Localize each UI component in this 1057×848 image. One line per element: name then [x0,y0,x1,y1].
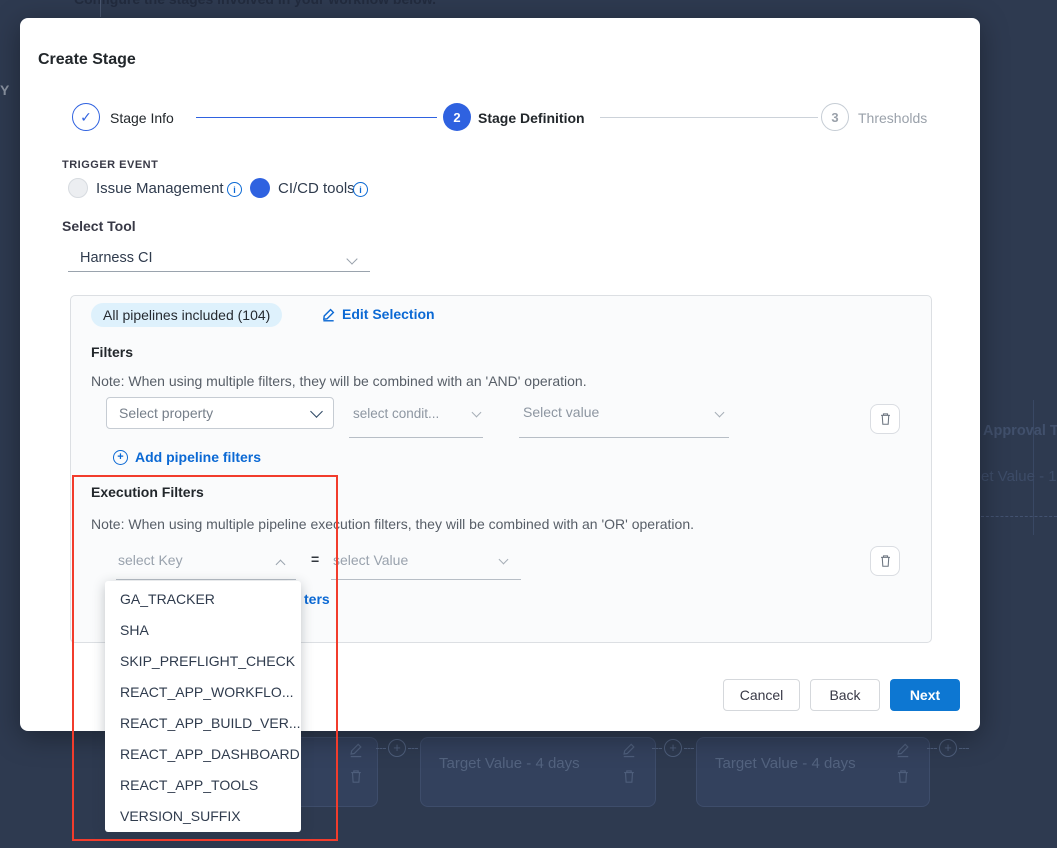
backdrop-card-label: Target Value - 4 days [715,755,856,772]
stepper-step2-circle[interactable]: 2 [443,103,471,131]
pencil-icon [896,742,910,758]
stepper-step1-circle[interactable] [72,103,100,131]
add-pipeline-filters-label: Add pipeline filters [135,449,261,465]
chevron-down-icon[interactable] [346,253,357,264]
backdrop-card: Target Value - 4 days [420,737,656,807]
equals-sign: = [311,551,319,567]
dropdown-option[interactable]: SHA [105,615,301,646]
next-button[interactable]: Next [890,679,960,711]
backdrop-card: Target Value - 4 days [696,737,930,807]
chevron-down-icon[interactable] [499,555,509,565]
delete-filter-button[interactable] [870,404,900,434]
select-exec-value-dropdown[interactable]: select Value [333,552,408,568]
cancel-button[interactable]: Cancel [723,679,800,711]
execution-filters-title: Execution Filters [91,484,204,500]
add-execution-filters-link-fragment[interactable]: ters [304,591,330,607]
backdrop-add-stage-connector [927,739,973,757]
stepper-connector-1 [196,117,437,118]
select-property-dropdown[interactable]: Select property [106,397,334,429]
trash-icon [349,769,363,784]
dropdown-option[interactable]: REACT_APP_BUILD_VER... [105,708,301,739]
radio-issue-management-label[interactable]: Issue Management [96,180,224,197]
plus-circle-icon [388,739,406,757]
key-dropdown-menu: GA_TRACKER SHA SKIP_PREFLIGHT_CHECK REAC… [105,581,301,832]
add-pipeline-filters-link[interactable]: Add pipeline filters [113,449,261,465]
plus-circle-icon [939,739,957,757]
key-underline [116,579,296,580]
backdrop-card-label: Target Value - 4 days [439,755,580,772]
page-title: Create Stage [38,51,136,69]
edit-pencil-icon [321,307,336,322]
edit-selection-label: Edit Selection [342,306,435,322]
chevron-down-icon [310,405,323,418]
select-value-dropdown[interactable]: Select value [523,404,599,420]
select-condition-dropdown[interactable]: select condit... [353,406,439,421]
plus-circle-icon [664,739,682,757]
backdrop-add-stage-connector [652,739,698,757]
filters-note: Note: When using multiple filters, they … [91,373,587,389]
filters-title: Filters [91,344,133,360]
backdrop-divider [100,0,101,17]
back-button[interactable]: Back [810,679,880,711]
stepper-step1-label: Stage Info [110,110,174,126]
backdrop-dashed-line [981,516,1057,517]
tool-select-underline [68,271,370,272]
stepper-step3-circle[interactable]: 3 [821,103,849,131]
radio-issue-management[interactable] [68,178,88,198]
select-tool-label: Select Tool [62,218,136,234]
edit-selection-link[interactable]: Edit Selection [321,306,435,322]
backdrop-left-text-fragment: Y [0,82,9,98]
pencil-icon [622,742,636,758]
dropdown-option[interactable]: REACT_APP_WORKFLO... [105,677,301,708]
pipelines-included-chip: All pipelines included (104) [91,303,282,327]
check-icon [80,109,92,126]
dropdown-option[interactable]: GA_TRACKER [105,584,301,615]
backdrop-heading: Configure the stages involved in your wo… [74,0,436,7]
info-icon[interactable] [353,182,368,197]
exec-value-underline [331,579,521,580]
tool-select-value[interactable]: Harness CI [80,250,153,266]
condition-underline [349,437,483,438]
chevron-up-icon[interactable] [276,560,286,570]
create-stage-modal: Create Stage Stage Info 2 Stage Definiti… [20,18,980,731]
backdrop-target-value-fragment: et Value - 1 [981,468,1057,485]
stepper-connector-2 [600,117,818,118]
trash-icon [896,769,910,784]
radio-cicd-tools-label[interactable]: CI/CD tools [278,180,355,197]
stepper-step2-number: 2 [453,110,460,125]
execution-filters-note: Note: When using multiple pipeline execu… [91,516,694,532]
backdrop-approval-column-header: Approval Time [983,423,1057,439]
stepper-step3-number: 3 [831,110,838,125]
plus-circle-icon [113,450,128,465]
backdrop-add-stage-connector [376,739,422,757]
select-property-placeholder: Select property [119,405,213,421]
dropdown-option[interactable]: REACT_APP_TOOLS [105,770,301,801]
stepper-step2-label: Stage Definition [478,110,585,126]
dropdown-option[interactable]: REACT_APP_DASHBOARD [105,739,301,770]
select-key-dropdown[interactable]: select Key [118,552,183,568]
radio-cicd-tools[interactable] [250,178,270,198]
dropdown-option[interactable]: VERSION_SUFFIX [105,801,301,832]
chevron-down-icon[interactable] [715,408,725,418]
value-underline [519,437,729,438]
trigger-event-label: TRIGGER EVENT [62,159,158,171]
trash-icon [622,769,636,784]
chevron-down-icon[interactable] [472,408,482,418]
stepper-step3-label: Thresholds [858,110,927,126]
screen: Configure the stages involved in your wo… [0,0,1057,848]
delete-execution-filter-button[interactable] [870,546,900,576]
dropdown-option[interactable]: SKIP_PREFLIGHT_CHECK [105,646,301,677]
info-icon[interactable] [227,182,242,197]
pencil-icon [349,742,363,758]
